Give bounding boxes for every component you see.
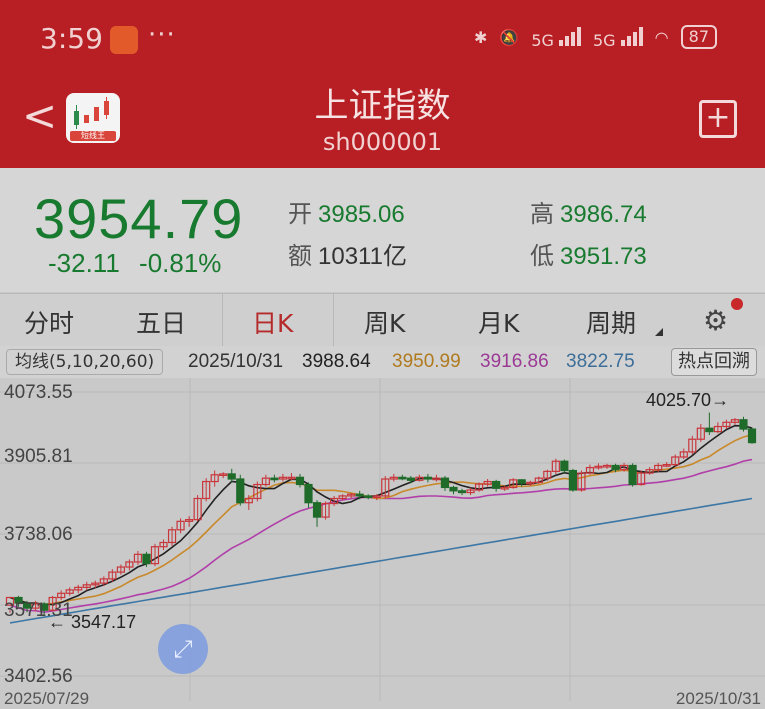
tab-monthly-k[interactable]: 月K (478, 304, 519, 340)
ma60-value: 3822.75 (566, 351, 635, 372)
wifi-icon: ◠ (654, 27, 669, 47)
signal-1-icon: 5G (531, 24, 581, 50)
tab-weekly-k[interactable]: 周K (364, 304, 405, 340)
candle-body-36 (312, 502, 322, 518)
ma5-value: 3988.64 (302, 351, 371, 372)
tab-five-day[interactable]: 五日 (136, 304, 186, 340)
period-tabs: 分时 五日 日K 周K 月K 周期 ⚙ (0, 293, 765, 347)
candle-body-82 (705, 427, 714, 433)
mute-icon: 🔕 (499, 27, 520, 47)
ma10-value: 3950.99 (392, 351, 461, 372)
notification-app-icon (110, 26, 138, 54)
candle-body-66 (568, 469, 577, 491)
candle-body-73 (628, 464, 637, 486)
ma-selector[interactable]: 均线(5,10,20,60) (6, 349, 164, 375)
notification-dot (731, 298, 743, 310)
status-icons: ✱ 🔕 5G 5G ◠ 87 (474, 24, 717, 50)
candle-body-16 (142, 553, 151, 565)
ma60-line (9, 497, 753, 624)
ma10-line (9, 434, 753, 606)
candle-body-87 (747, 428, 757, 444)
ma20-value: 3916.86 (480, 351, 549, 372)
candle-body-52 (449, 486, 458, 492)
open-stat: 开 3985.06 (288, 201, 405, 228)
y-tick-bottom: 3402.56 (4, 666, 73, 687)
candle-body-46 (398, 476, 407, 480)
candle-body-31 (270, 477, 279, 481)
candle-body-35 (304, 483, 313, 504)
battery-icon: 87 (680, 25, 717, 49)
app-header: 3:59 ··· ✱ 🔕 5G 5G ◠ 87 < 短线王 上证指数 sh000… (0, 0, 765, 168)
price-change: -32.11 -0.81% (48, 248, 221, 279)
candle-body-57 (492, 480, 501, 489)
signal-2-icon: 5G (593, 24, 643, 50)
amount-stat: 额 10311亿 (288, 243, 407, 270)
ma-date: 2025/10/31 (188, 351, 284, 372)
hot-replay-button[interactable]: 热点回溯 (671, 348, 757, 376)
candle-body-60 (517, 479, 526, 484)
candle-body-71 (611, 464, 620, 471)
expand-icon[interactable]: ⤢ (158, 624, 208, 674)
candle-body-65 (560, 460, 569, 472)
status-time: 3:59 (40, 22, 103, 55)
bluetooth-icon: ✱ (474, 27, 488, 47)
candle-body-49 (423, 476, 433, 480)
more-notifications-icon: ··· (148, 20, 176, 50)
low-annotation: ← 3547.17 (48, 612, 137, 632)
candle-body-42 (364, 495, 373, 499)
current-price: 3954.79 (34, 187, 244, 250)
stock-code: sh000001 (322, 128, 443, 156)
y-tick-2: 3905.81 (4, 446, 73, 467)
tab-daily-k[interactable]: 日K (252, 304, 293, 340)
gear-icon[interactable]: ⚙ (703, 304, 728, 337)
high-stat: 高 3986.74 (530, 201, 647, 228)
add-watchlist-button[interactable]: + (699, 100, 737, 138)
candle-body-41 (355, 493, 364, 497)
candle-body-86 (739, 419, 748, 430)
x-start-date: 2025/07/29 (4, 689, 90, 708)
high-annotation: 4025.70→ (646, 390, 730, 410)
y-tick-top: 4073.55 (4, 382, 73, 403)
low-stat: 低 3951.73 (530, 243, 647, 270)
candle-body-51 (440, 477, 450, 489)
candle-body-27 (236, 478, 245, 504)
ma5-line (9, 424, 753, 606)
candle-body-47 (406, 477, 415, 481)
period-dropdown-icon (655, 328, 663, 336)
x-end-date: 2025/10/31 (675, 689, 761, 708)
change-percent: -0.81% (139, 248, 222, 278)
kline-chart[interactable]: 4073.55 3905.81 3738.06 3571.31 3402.56 … (0, 378, 765, 708)
quote-panel: 3954.79 -32.11 -0.81% 开 3985.06 高 3986.74 … (0, 168, 765, 292)
ma-legend-bar: 均线(5,10,20,60) 2025/10/31 3988.64 3950.9… (0, 346, 765, 378)
tab-period[interactable]: 周期 (586, 304, 636, 340)
tab-intraday[interactable]: 分时 (24, 304, 74, 340)
kline-svg (0, 378, 765, 701)
candle-body-53 (457, 490, 467, 494)
candle-body-34 (295, 476, 305, 486)
y-tick-3: 3738.06 (4, 524, 73, 545)
page-title: 上证指数 (314, 86, 451, 126)
change-value: -32.11 (48, 248, 120, 278)
candle-body-26 (227, 473, 236, 480)
